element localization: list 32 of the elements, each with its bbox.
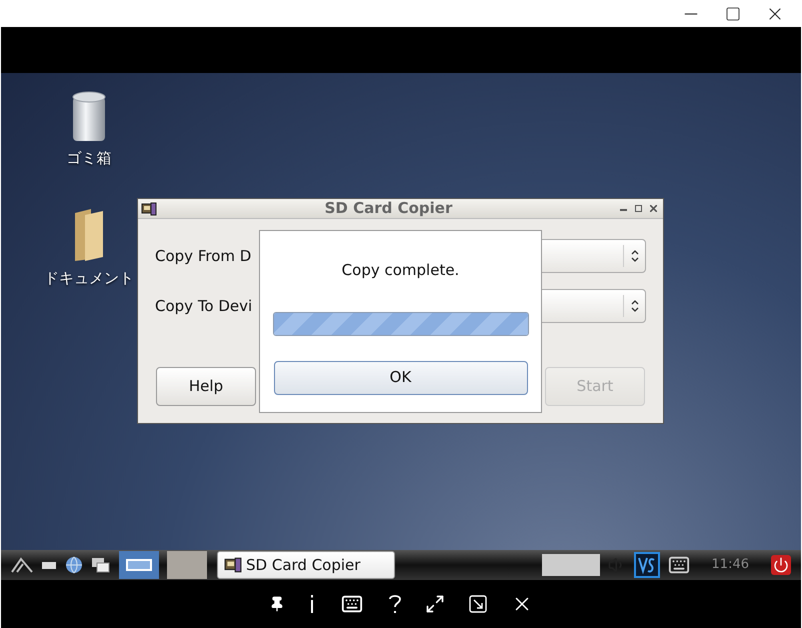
dialog-button[interactable]: Help bbox=[156, 367, 256, 406]
info-icon[interactable] bbox=[309, 595, 315, 613]
card-copier-icon bbox=[224, 556, 242, 574]
workspace-switcher[interactable] bbox=[167, 551, 207, 579]
desktop-icon-label[interactable]: ゴミ箱 bbox=[66, 147, 112, 170]
task-button[interactable]: SD Card Copier bbox=[217, 551, 395, 579]
ok-button[interactable]: OK bbox=[274, 360, 528, 394]
field-label: Copy To Devi bbox=[155, 296, 252, 317]
up-down-arrows-icon bbox=[630, 250, 638, 262]
windows-icon[interactable] bbox=[91, 557, 111, 573]
desktop-icon-label[interactable]: ドキュメント bbox=[44, 267, 134, 290]
power-icon[interactable] bbox=[771, 555, 791, 575]
drive-icon[interactable] bbox=[41, 560, 57, 570]
help-icon[interactable] bbox=[389, 594, 401, 614]
workspace-switcher[interactable] bbox=[119, 551, 159, 579]
field-label: Copy From D bbox=[155, 246, 252, 267]
globe-icon[interactable] bbox=[65, 556, 83, 574]
resize-icon[interactable] bbox=[469, 595, 487, 613]
keyboard-icon[interactable] bbox=[339, 593, 365, 615]
close-icon[interactable] bbox=[650, 205, 657, 212]
up-down-arrows-icon bbox=[630, 300, 638, 312]
launcher-icon[interactable] bbox=[11, 557, 33, 573]
keyboard-icon[interactable] bbox=[668, 554, 690, 576]
pin-icon[interactable] bbox=[269, 595, 285, 613]
fullscreen-icon[interactable] bbox=[425, 594, 445, 614]
clock: 11:46 bbox=[710, 556, 750, 574]
message-text: Copy complete. bbox=[342, 260, 460, 281]
maximize-icon[interactable] bbox=[725, 6, 741, 22]
tray-placeholder bbox=[542, 554, 600, 576]
window-title: SD Card Copier bbox=[324, 198, 454, 220]
maximize-icon[interactable] bbox=[635, 205, 642, 212]
card-copier-icon bbox=[141, 200, 157, 216]
